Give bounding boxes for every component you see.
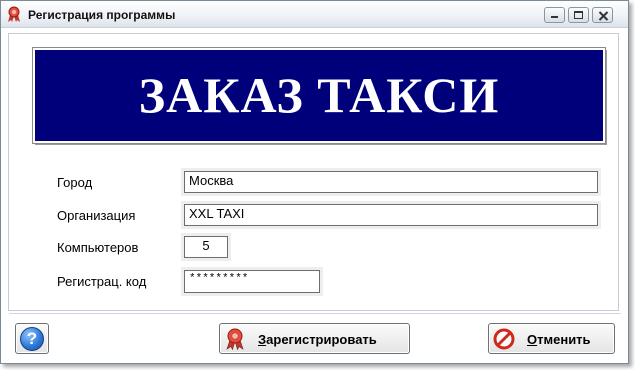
cancel-icon: [493, 328, 515, 350]
maximize-icon: [574, 11, 583, 19]
computers-field-frame: 5: [181, 233, 231, 261]
register-hotkey: З: [258, 332, 267, 347]
help-button[interactable]: ?: [15, 323, 49, 354]
organization-field-frame: XXL TAXI: [181, 201, 601, 229]
banner-title: ЗАКАЗ ТАКСИ: [138, 67, 500, 123]
title-bar[interactable]: Регистрация программы: [1, 1, 628, 28]
organization-input[interactable]: XXL TAXI: [184, 204, 598, 226]
close-button[interactable]: [592, 7, 613, 23]
content-panel: ЗАКАЗ ТАКСИ Город Москва Организация XXL…: [8, 33, 619, 311]
cancel-label: Отменить: [527, 332, 591, 347]
register-label: Зарегистрировать: [258, 332, 377, 347]
regcode-input[interactable]: *********: [184, 270, 320, 293]
window-title: Регистрация программы: [28, 8, 176, 22]
ribbon-award-icon: [8, 6, 20, 22]
regcode-label: Регистрац. код: [57, 274, 147, 289]
registration-window: Регистрация программы ЗАКАЗ ТАКСИ Город …: [0, 0, 629, 364]
computers-input[interactable]: 5: [184, 236, 228, 258]
help-icon: ?: [20, 327, 44, 351]
regcode-field-frame: *********: [181, 267, 323, 296]
cancel-hotkey: О: [527, 332, 538, 347]
city-label: Город: [57, 175, 93, 190]
register-button[interactable]: Зарегистрировать: [219, 323, 410, 354]
minimize-icon: [551, 16, 558, 18]
separator: [9, 313, 621, 314]
city-input[interactable]: Москва: [184, 171, 598, 193]
cancel-label-rest: тменить: [537, 332, 591, 347]
maximize-button[interactable]: [568, 7, 589, 23]
minimize-button[interactable]: [544, 7, 565, 23]
banner: ЗАКАЗ ТАКСИ: [32, 47, 606, 144]
close-icon: [598, 11, 609, 21]
computers-label: Компьютеров: [57, 240, 139, 255]
city-field-frame: Москва: [181, 168, 601, 196]
ribbon-award-icon: [226, 328, 244, 350]
register-label-rest: арегистрировать: [266, 332, 377, 347]
organization-label: Организация: [57, 208, 136, 223]
cancel-button[interactable]: Отменить: [488, 323, 615, 354]
